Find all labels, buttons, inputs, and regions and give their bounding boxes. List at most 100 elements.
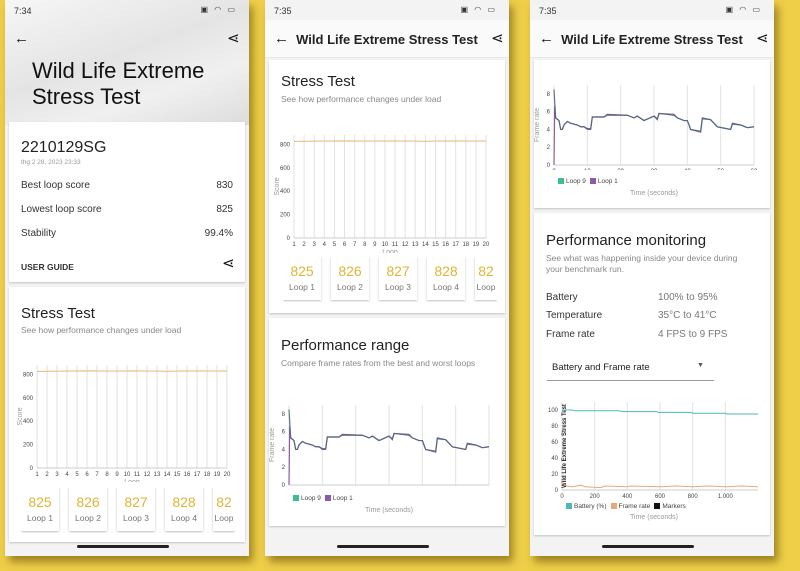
y-tick-label: 2	[282, 465, 286, 471]
loop-card[interactable]: 826 Loop 2	[331, 256, 369, 300]
legend-swatch	[589, 178, 596, 184]
y-tick-label: 0	[30, 466, 34, 472]
loop-score: 826	[76, 494, 100, 510]
x-axis-label: Loop	[124, 479, 140, 482]
loop-card[interactable]: 82 Loop	[475, 256, 497, 300]
loop-scores: 825 Loop 1 826 Loop 2 827 Loop 3 828 Loop 4 82 Lo…	[283, 256, 497, 302]
loop-card[interactable]: 828 Loop 4	[165, 487, 203, 531]
loop-label: Loop	[214, 513, 234, 523]
status-bar: 7:35 ▣ ◠ ▭	[265, 0, 509, 20]
x-tick-label: 5	[75, 472, 79, 478]
status-icons: ▣ ◠ ▭	[200, 5, 237, 14]
legend-label: Loop 1	[332, 495, 353, 502]
loop-card[interactable]: 828 Loop 4	[427, 256, 465, 300]
legend-swatch	[324, 495, 331, 501]
x-tick-label: 800	[688, 494, 699, 498]
home-indicator[interactable]	[337, 545, 429, 548]
share-icon[interactable]: ⋖	[491, 31, 504, 46]
x-tick-label: 4	[323, 242, 327, 248]
x-tick-label: 60	[751, 169, 758, 170]
section-title: Performance range	[281, 337, 410, 354]
stress-test-card: Stress Test See how performance changes …	[269, 60, 505, 313]
loop-label: Loop 3	[385, 282, 411, 292]
x-tick-label: 200	[590, 494, 601, 498]
x-tick-label: 1	[292, 242, 296, 248]
loop-card[interactable]: 826 Loop 2	[69, 487, 107, 531]
x-tick-label: 2	[45, 472, 49, 478]
x-tick-label: 13	[412, 242, 419, 248]
metric-row: Battery 100% to 95%	[546, 292, 758, 303]
section-title: Stress Test	[281, 73, 355, 90]
x-tick-label: 9	[115, 472, 119, 478]
y-tick-label: 6	[282, 430, 286, 436]
loop-card[interactable]: 82 Loop	[213, 487, 235, 531]
stat-row: Best loop score 830	[21, 180, 233, 191]
share-icon[interactable]: ⋖	[227, 31, 240, 46]
share-icon[interactable]: ⋖	[222, 256, 235, 271]
y-tick-label: 80	[551, 424, 558, 430]
phone-screen-monitoring: 7:35 ▣ ◠ ▭ ← Wild Life Extreme Stress Tes…	[530, 0, 774, 556]
x-tick-label: 19	[214, 472, 221, 478]
loop-score: 826	[338, 263, 362, 279]
app-bar-title: Wild Life Extreme Stress Test	[561, 32, 743, 47]
frame-rate-chart: 0 10 20 30 40 50 60 0 2 4 6 8 Frame rate	[534, 85, 758, 170]
loop-card[interactable]: 827 Loop 3	[117, 487, 155, 531]
metric-row: Temperature 35°C to 41°C	[546, 310, 758, 321]
loop-scores: 825 Loop 1 826 Loop 2 827 Loop 3 828 Loop 4 82 Lo…	[21, 487, 235, 533]
y-tick-label: 100	[548, 408, 559, 414]
x-tick-label: 4	[65, 472, 69, 478]
loop-label: Loop 2	[337, 282, 363, 292]
hero-title-line: Stress Test	[32, 84, 141, 109]
loop-card[interactable]: 827 Loop 3	[379, 256, 417, 300]
x-tick-label: 30	[651, 169, 658, 170]
hero-title: Wild Life Extreme Stress Test	[32, 58, 204, 110]
home-indicator[interactable]	[77, 545, 169, 548]
x-axis-label: Time (seconds)	[365, 507, 413, 514]
x-tick-label: 1	[35, 472, 39, 478]
x-tick-label: 15	[174, 472, 181, 478]
chart-type-dropdown[interactable]: Battery and Frame rate ▼	[547, 353, 714, 381]
share-icon[interactable]: ⋖	[756, 31, 769, 46]
x-tick-label: 8	[363, 242, 367, 248]
x-axis-label: Loop	[382, 249, 398, 253]
y-tick-label: 8	[547, 92, 551, 98]
y-tick-label: 0	[547, 163, 551, 169]
stress-test-card: Stress Test See how performance changes …	[9, 287, 245, 542]
x-tick-label: 17	[452, 242, 459, 248]
metric-value: 35°C to 41°C	[658, 310, 717, 321]
legend-swatch	[610, 503, 617, 509]
stat-label: Stability	[21, 228, 57, 239]
score-line	[36, 370, 228, 373]
x-tick-label: 8	[105, 472, 109, 478]
metric-label: Temperature	[546, 310, 603, 321]
x-tick-label: 6	[85, 472, 89, 478]
x-tick-label: 20	[617, 169, 624, 170]
phone-screen-summary: 7:34 ▣ ◠ ▭ ← ⋖ Wild Life Extreme Stress Te…	[5, 0, 249, 556]
y-tick-label: 0	[555, 488, 559, 494]
y-tick-label: 2	[547, 145, 551, 151]
stat-row: Stability 99.4%	[21, 228, 233, 239]
home-indicator[interactable]	[602, 545, 694, 548]
stress-test-chart: 1 2 3 4 5 6 7 8 9 10 11 12 13 14 15 16 17 18 19 20020040060…	[274, 135, 490, 253]
x-tick-label: 50	[717, 169, 724, 170]
legend-swatch	[654, 503, 661, 509]
x-tick-label: 12	[402, 242, 409, 248]
stat-label: Best loop score	[21, 180, 90, 191]
y-tick-label: 6	[547, 110, 551, 116]
y-axis-label: Score	[17, 407, 24, 425]
section-subtitle: See how performance changes under load	[21, 325, 182, 335]
loop-card[interactable]: 825 Loop 1	[21, 487, 59, 531]
y-tick-label: 600	[280, 166, 291, 172]
y-tick-label: 8	[282, 412, 286, 418]
user-guide-link[interactable]: USER GUIDE	[21, 262, 74, 272]
back-arrow-icon[interactable]: ←	[14, 31, 29, 46]
loop-card[interactable]: 825 Loop 1	[283, 256, 321, 300]
x-tick-label: 3	[55, 472, 59, 478]
status-time: 7:35	[274, 6, 292, 16]
legend-label: Loop 1	[597, 178, 618, 185]
y-axis-label: Frame rate	[269, 428, 276, 462]
phone-screen-stress: 7:35 ▣ ◠ ▭ ← Wild Life Extreme Stress Tes…	[265, 0, 509, 556]
loop-label: Loop	[476, 282, 496, 292]
x-tick-label: 0	[552, 169, 556, 170]
x-tick-label: 1.000	[718, 494, 734, 498]
